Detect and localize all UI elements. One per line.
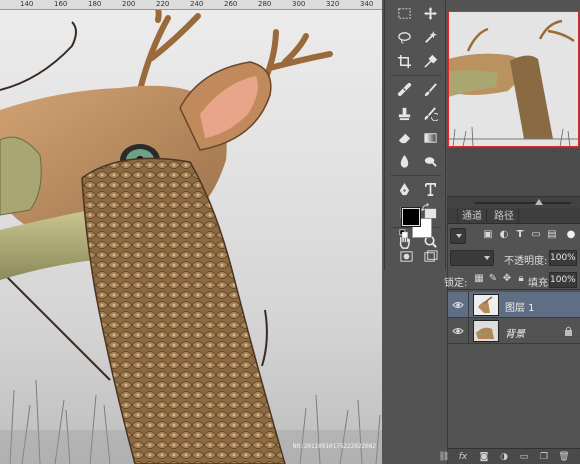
opacity-input[interactable]: 100% [549, 250, 577, 266]
tab-layers[interactable] [444, 209, 458, 224]
blend-mode-dropdown[interactable] [450, 250, 494, 266]
foreground-color-swatch[interactable] [402, 208, 420, 226]
eyedropper-tool-icon[interactable] [417, 50, 443, 72]
image-watermark: N0:20110910175222022082 [292, 443, 376, 450]
layers-panel: 通道 路径 ▣ ◐ T ▭ ▤ ● 不透明度: 100% 锁定: ▦ ✎ ✥ 🔒… [438, 208, 580, 464]
navigator-panel[interactable] [447, 10, 580, 148]
new-group-icon[interactable]: ▭ [518, 451, 530, 463]
lock-transparent-icon[interactable]: ▦ [473, 273, 485, 285]
panel-tabbar: 通道 路径 [448, 208, 580, 224]
filter-pixel-icon[interactable]: ▣ [482, 229, 494, 241]
link-layers-icon[interactable]: ⛓ [438, 451, 450, 463]
delete-layer-icon[interactable]: 🗑︎ [558, 451, 570, 463]
history-brush-tool-icon[interactable] [417, 102, 443, 124]
fill-label: 填充: [528, 278, 552, 289]
gradient-tool-icon[interactable] [417, 126, 443, 148]
crop-tool-icon[interactable] [391, 50, 417, 72]
type-tool-icon[interactable] [417, 178, 443, 200]
tab-channels[interactable]: 通道 [458, 209, 487, 224]
new-layer-icon[interactable]: ❐ [538, 451, 550, 463]
ruler-tick: 300 [292, 0, 306, 8]
tab-paths[interactable]: 路径 [490, 209, 519, 224]
filter-adjustment-icon[interactable]: ◐ [498, 229, 510, 241]
dodge-tool-icon[interactable] [417, 150, 443, 172]
layer-name[interactable]: 图层 1 [505, 299, 535, 314]
opacity-label: 不透明度: [504, 256, 548, 267]
horizontal-ruler: 140 160 180 200 220 240 260 280 300 320 … [0, 0, 382, 10]
filter-type-icon[interactable]: T [514, 229, 526, 241]
default-colors-icon[interactable] [398, 228, 410, 240]
layer-filter-row: ▣ ◐ T ▭ ▤ ● [448, 226, 580, 246]
layer-row[interactable]: 背景 [448, 318, 580, 344]
lock-all-icon[interactable]: 🔒︎ [515, 273, 527, 285]
ruler-tick: 340 [360, 0, 374, 8]
eraser-tool-icon[interactable] [391, 126, 417, 148]
eye-icon[interactable] [452, 299, 464, 311]
canvas-artwork [0, 10, 382, 464]
layers-list-empty-area [448, 344, 580, 448]
navigator-zoom-bar [447, 196, 580, 208]
rect-marquee-tool-icon[interactable] [391, 2, 417, 24]
filter-kind-dropdown[interactable] [450, 228, 466, 244]
swap-colors-icon[interactable] [420, 202, 432, 214]
layer-name[interactable]: 背景 [505, 325, 525, 340]
ruler-tick: 220 [156, 0, 170, 8]
adjustment-layer-icon[interactable]: ◑ [498, 451, 510, 463]
ruler-tick: 180 [88, 0, 102, 8]
panel-dock-spacer [447, 148, 580, 196]
ruler-tick: 320 [326, 0, 340, 8]
lock-icon [565, 326, 572, 336]
layer-thumbnail [473, 294, 499, 316]
lock-image-icon[interactable]: ✎ [487, 273, 499, 285]
magic-wand-tool-icon[interactable] [417, 26, 443, 48]
ruler-tick: 260 [224, 0, 238, 8]
ruler-tick: 140 [20, 0, 34, 8]
add-mask-icon[interactable]: ◙ [478, 451, 490, 463]
layer-style-icon[interactable]: fx [457, 451, 469, 463]
eye-icon[interactable] [452, 325, 464, 337]
blend-opacity-row: 不透明度: 100% [448, 248, 580, 268]
lock-label: 锁定: [444, 278, 468, 289]
ruler-tick: 280 [258, 0, 272, 8]
quick-mask-icon[interactable] [396, 246, 416, 266]
zoom-slider-thumb[interactable] [535, 199, 543, 205]
filter-shape-icon[interactable]: ▭ [530, 229, 542, 241]
navigator-view-box[interactable] [448, 11, 579, 147]
fill-input[interactable]: 100% [549, 272, 577, 288]
ruler-tick: 160 [54, 0, 68, 8]
zoom-slider[interactable] [475, 199, 571, 205]
screen-mode-icon[interactable] [420, 246, 440, 266]
blur-tool-icon[interactable] [391, 150, 417, 172]
lasso-tool-icon[interactable] [391, 26, 417, 48]
move-tool-icon[interactable] [417, 2, 443, 24]
ruler-tick: 240 [190, 0, 204, 8]
pen-tool-icon[interactable] [391, 178, 417, 200]
lock-position-icon[interactable]: ✥ [501, 273, 513, 285]
clone-stamp-tool-icon[interactable] [391, 102, 417, 124]
layer-row[interactable]: 图层 1 [448, 292, 580, 318]
healing-brush-tool-icon[interactable] [391, 78, 417, 100]
brush-tool-icon[interactable] [417, 78, 443, 100]
filter-smartobject-icon[interactable]: ▤ [546, 229, 558, 241]
document-canvas[interactable]: 140 160 180 200 220 240 260 280 300 320 … [0, 0, 382, 464]
layer-thumbnail [473, 320, 499, 342]
ruler-tick: 200 [122, 0, 136, 8]
filter-toggle-icon[interactable]: ● [565, 229, 577, 241]
lock-fill-row: 锁定: ▦ ✎ ✥ 🔒︎ 填充: 100% [444, 270, 580, 290]
layers-footer: ⛓ fx ◙ ◑ ▭ ❐ 🗑︎ [438, 448, 580, 464]
